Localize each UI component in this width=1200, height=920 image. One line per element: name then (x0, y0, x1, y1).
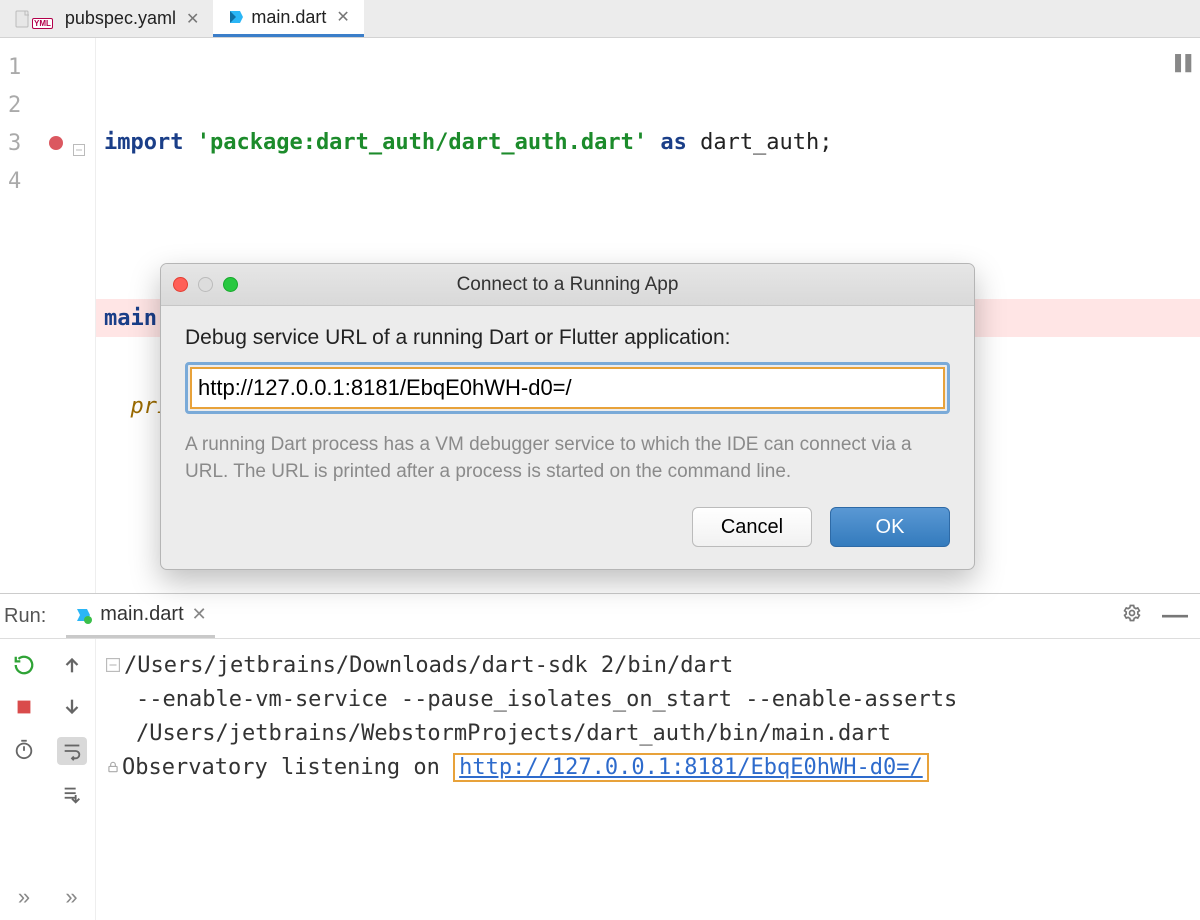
dart-file-icon (227, 8, 245, 26)
dialog-title: Connect to a Running App (457, 274, 679, 296)
run-panel-header: Run: main.dart ✕ — (0, 594, 1200, 638)
line-number: 3 (8, 131, 21, 156)
code-line (96, 211, 1200, 249)
run-label: Run: (4, 605, 46, 628)
close-icon[interactable]: ✕ (336, 7, 349, 27)
tab-main-dart[interactable]: main.dart ✕ (213, 0, 363, 37)
yaml-badge: YML (32, 18, 53, 29)
run-toolbar-right: » (48, 639, 96, 920)
gutter: 1 2 3 4 (0, 38, 96, 593)
lock-icon (106, 760, 122, 774)
minimize-window-icon (198, 277, 213, 292)
observatory-url-link[interactable]: http://127.0.0.1:8181/EbqE0hWH-d0=/ (453, 753, 929, 782)
line-number: 4 (8, 169, 21, 194)
console-output[interactable]: /Users/jetbrains/Downloads/dart-sdk 2/bi… (96, 639, 1200, 920)
tab-label: pubspec.yaml (65, 8, 176, 29)
close-icon[interactable]: ✕ (192, 604, 207, 625)
stop-icon[interactable] (12, 695, 36, 719)
console-line: /Users/jetbrains/WebstormProjects/dart_a… (106, 717, 1190, 751)
scroll-to-end-icon[interactable] (60, 783, 84, 807)
gear-icon[interactable] (1122, 603, 1142, 629)
rerun-icon[interactable] (12, 653, 36, 677)
connect-dialog: Connect to a Running App Debug service U… (160, 263, 975, 570)
console-text: Observatory listening on (122, 755, 453, 780)
fold-icon[interactable] (106, 658, 122, 672)
line-number: 1 (8, 55, 21, 80)
tab-pubspec[interactable]: YML pubspec.yaml ✕ (0, 0, 213, 37)
dialog-prompt: Debug service URL of a running Dart or F… (185, 326, 950, 350)
dialog-titlebar[interactable]: Connect to a Running App (161, 264, 974, 306)
ok-button[interactable]: OK (830, 507, 950, 547)
debug-url-input[interactable] (190, 367, 945, 409)
dart-run-icon (74, 606, 92, 624)
cancel-button[interactable]: Cancel (692, 507, 812, 547)
more-icon[interactable]: » (65, 884, 77, 910)
arrow-up-icon[interactable] (60, 653, 84, 677)
breakpoint-icon[interactable] (49, 136, 63, 150)
run-tab-label: main.dart (100, 603, 183, 626)
arrow-down-icon[interactable] (60, 695, 84, 719)
run-toolbar-left: » (0, 639, 48, 920)
console-line: --enable-vm-service --pause_isolates_on_… (106, 683, 1190, 717)
yaml-file-icon (14, 10, 32, 28)
more-icon[interactable]: » (18, 884, 30, 910)
run-panel-body: » » /Users/jetbrains/Downloads/dart-sdk … (0, 638, 1200, 920)
editor-tabs: YML pubspec.yaml ✕ main.dart ✕ (0, 0, 1200, 38)
code-line: import 'package:dart_auth/dart_auth.dart… (96, 123, 1200, 161)
zoom-window-icon[interactable] (223, 277, 238, 292)
fold-icon[interactable] (73, 137, 85, 149)
window-controls (173, 277, 238, 292)
run-tab[interactable]: main.dart ✕ (66, 594, 214, 638)
url-input-focus-ring (185, 362, 950, 414)
dialog-help-text: A running Dart process has a VM debugger… (185, 432, 950, 485)
line-number: 2 (8, 93, 21, 118)
soft-wrap-icon[interactable] (57, 737, 87, 765)
close-icon[interactable]: ✕ (186, 9, 199, 29)
console-line: /Users/jetbrains/Downloads/dart-sdk 2/bi… (124, 653, 733, 678)
tab-label: main.dart (251, 7, 326, 28)
editor: 1 2 3 4 ❚❚ import 'package:dart_auth/dar… (0, 38, 1200, 593)
stopwatch-icon[interactable] (12, 737, 36, 761)
close-window-icon[interactable] (173, 277, 188, 292)
pause-icon[interactable]: ❚❚ (1172, 50, 1193, 75)
minimize-panel-icon[interactable]: — (1162, 599, 1188, 630)
